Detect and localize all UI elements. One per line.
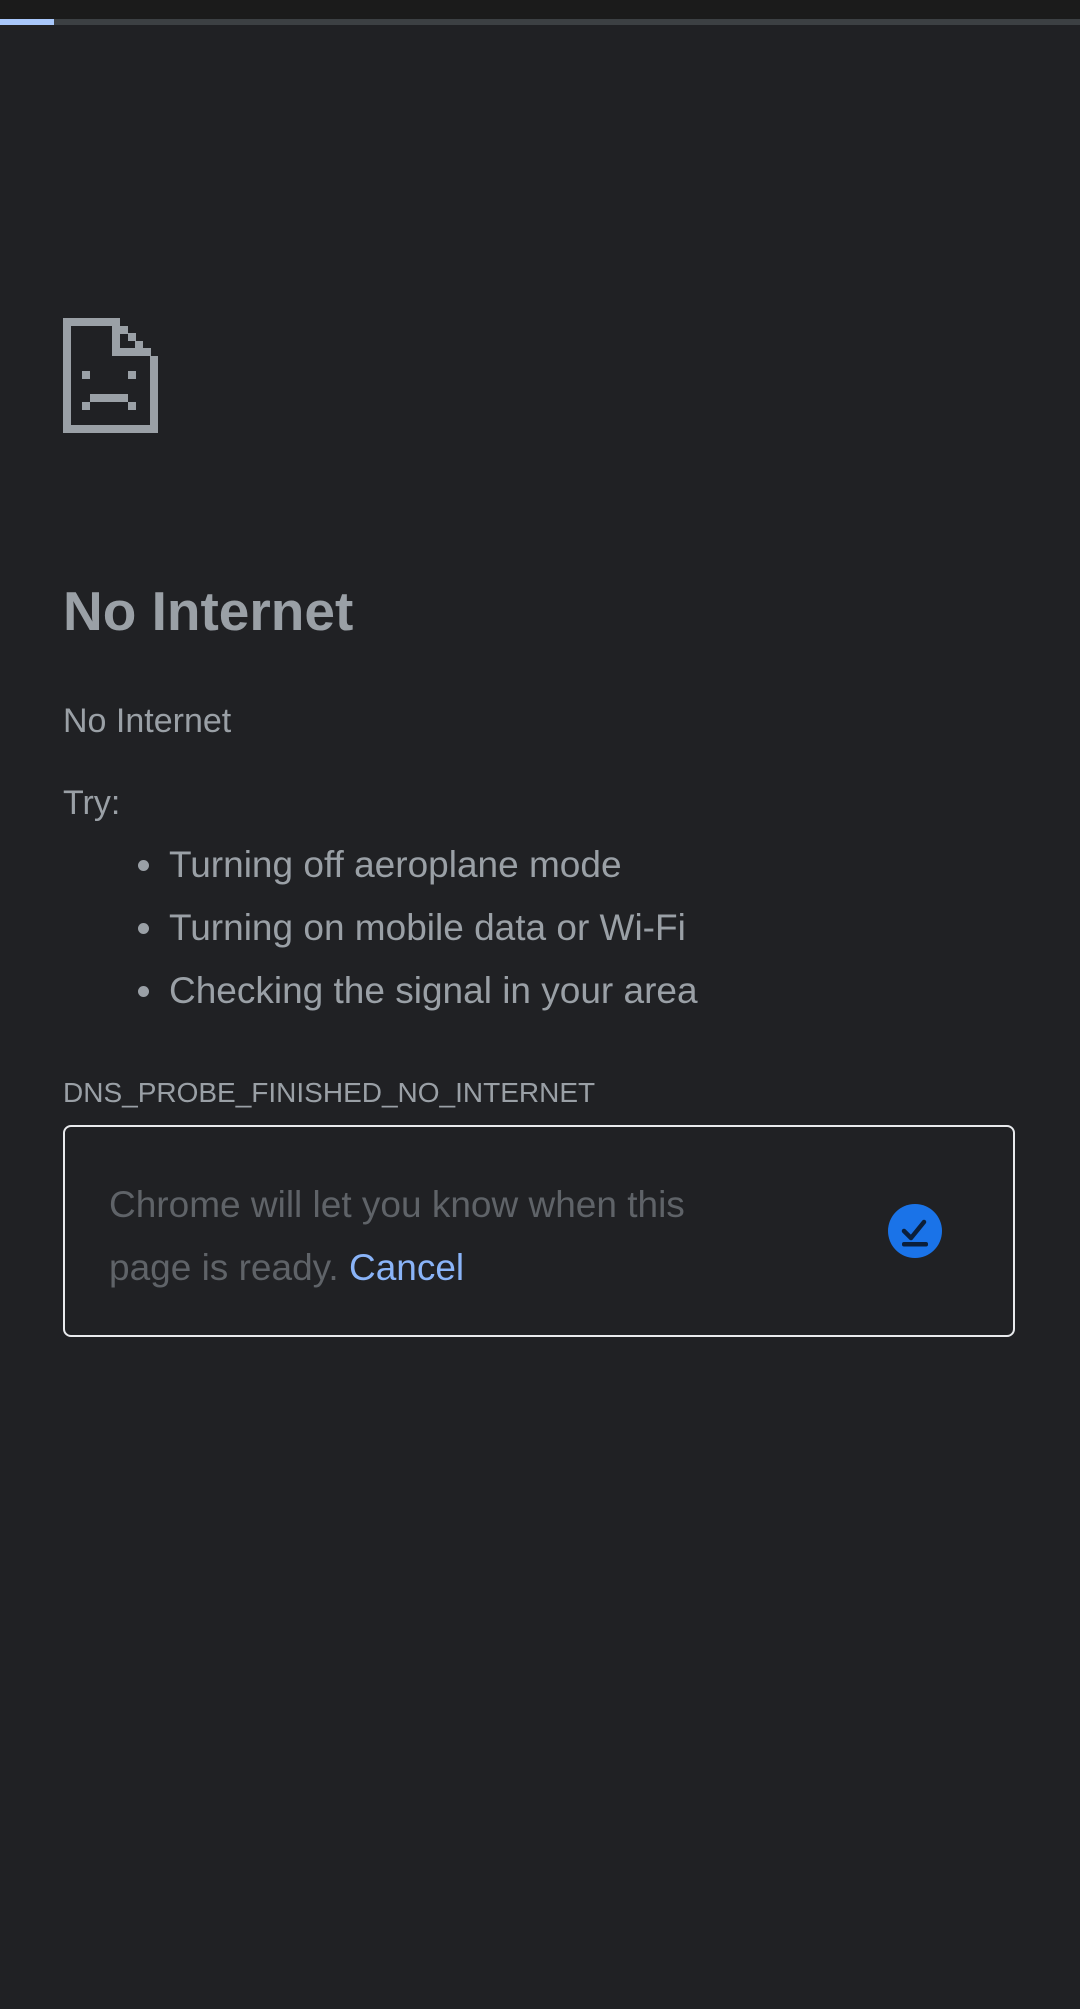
suggestion-item: Checking the signal in your area (132, 967, 698, 1030)
suggestion-text: Turning on mobile data or Wi-Fi (169, 907, 686, 948)
try-label: Try: (63, 784, 121, 822)
suggestions-list: Turning off aeroplane mode Turning on mo… (132, 841, 698, 1030)
page-load-progress-bar (0, 19, 1080, 25)
error-title: No Internet (63, 580, 354, 642)
suggestion-item: Turning off aeroplane mode (132, 841, 698, 904)
page-load-progress-fill (0, 19, 54, 25)
bullet-icon (138, 986, 149, 997)
error-code: DNS_PROBE_FINISHED_NO_INTERNET (63, 1077, 596, 1108)
top-status-strip (0, 0, 1080, 19)
bullet-icon (138, 923, 149, 934)
bullet-icon (138, 860, 149, 871)
suggestion-text: Checking the signal in your area (169, 970, 698, 1011)
download-check-icon[interactable] (888, 1204, 942, 1258)
suggestion-item: Turning on mobile data or Wi-Fi (132, 904, 698, 967)
auto-reload-notice: Chrome will let you know when this page … (63, 1125, 1015, 1337)
notice-text-block: Chrome will let you know when this page … (109, 1173, 749, 1299)
error-subtitle: No Internet (63, 702, 232, 740)
cancel-link[interactable]: Cancel (349, 1247, 464, 1288)
suggestion-text: Turning off aeroplane mode (169, 844, 622, 885)
sad-page-icon (63, 318, 158, 433)
